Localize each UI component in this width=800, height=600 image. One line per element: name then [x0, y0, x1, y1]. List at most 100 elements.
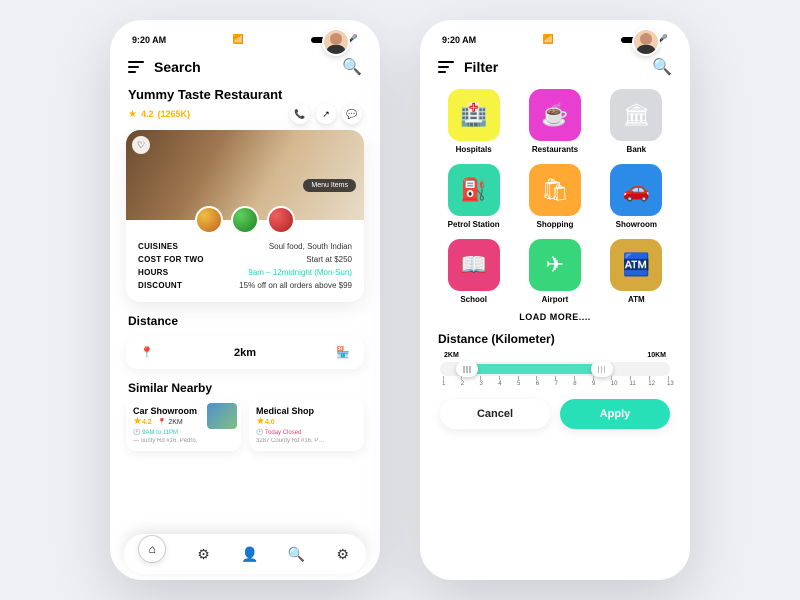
- search-icon[interactable]: 🔍: [342, 57, 362, 77]
- similar-km: 📍 2KM: [158, 419, 183, 426]
- tick: 8: [573, 381, 574, 387]
- cost-value: Start at $250: [306, 255, 352, 264]
- star-icon: ★: [133, 416, 142, 427]
- category-label: ATM: [603, 295, 670, 304]
- category-showroom[interactable]: 🚗Showroom: [603, 164, 670, 229]
- rating-row: ★ 4.2 (1265K) 📞 ↗ 💬: [124, 104, 366, 130]
- similar-title: Similar Nearby: [124, 377, 366, 399]
- avatar[interactable]: [322, 28, 350, 56]
- category-bank[interactable]: 🏛Bank: [603, 89, 670, 154]
- dish-thumb[interactable]: [195, 206, 223, 234]
- nav-deals[interactable]: ⚙: [195, 545, 213, 563]
- hours-value: 9am – 12midnight (Mon-Sun): [248, 268, 352, 277]
- filter-screen: 9:20 AM 📶 🎤 Filter 🔍 🏥Hospitals☕Restaura…: [420, 20, 690, 580]
- dest-pin-icon: 🏪: [336, 346, 350, 359]
- tick: 6: [536, 381, 537, 387]
- wifi-icon: 📶: [543, 34, 554, 45]
- discount-label: DISCOUNT: [138, 281, 182, 290]
- similar-card[interactable]: Car Showroom ★4.2📍 2KM 🕐 9AM to 11PM — o…: [126, 399, 241, 451]
- tick: 10: [611, 381, 612, 387]
- category-icon: ☕: [529, 89, 581, 141]
- category-restaurants[interactable]: ☕Restaurants: [521, 89, 588, 154]
- load-more-button[interactable]: LOAD MORE....: [434, 306, 676, 328]
- similar-name: Medical Shop: [256, 406, 357, 416]
- category-label: Airport: [521, 295, 588, 304]
- menu-items-tag[interactable]: Menu Items: [303, 179, 356, 192]
- similar-addr: — ounty Rd #16, Pedro,: [133, 438, 234, 444]
- similar-card[interactable]: Medical Shop ★4.0 🕐 Today Closed 3287 Co…: [249, 399, 364, 451]
- similar-addr: 3287 County Rd #16, P…: [256, 438, 357, 444]
- category-petrol-station[interactable]: ⛽ Petrol Station: [440, 164, 507, 229]
- category-hospitals[interactable]: 🏥 Hospitals: [440, 89, 507, 154]
- dish-thumb[interactable]: [267, 206, 295, 234]
- category-school[interactable]: 📖 School: [440, 239, 507, 304]
- dish-previews[interactable]: [195, 206, 295, 234]
- favorite-button[interactable]: ♡: [132, 136, 150, 154]
- tick: 2: [461, 381, 462, 387]
- similar-thumb: [207, 403, 237, 429]
- nav-home[interactable]: ⌂: [138, 535, 166, 563]
- cancel-button[interactable]: Cancel: [440, 399, 550, 429]
- call-button[interactable]: 📞: [290, 104, 310, 124]
- apply-button[interactable]: Apply: [560, 399, 670, 429]
- slider-thumb-max[interactable]: [591, 361, 613, 377]
- button-row: Cancel Apply: [434, 389, 676, 429]
- slider-fill: [463, 364, 606, 374]
- distance-slider[interactable]: 2KM 10KM 12345678910111213: [434, 350, 676, 389]
- dish-thumb[interactable]: [231, 206, 259, 234]
- category-airport[interactable]: ✈ Airport: [521, 239, 588, 304]
- slider-track[interactable]: [440, 362, 670, 376]
- category-icon: 🏥: [448, 89, 500, 141]
- distance-title: Distance: [124, 310, 366, 332]
- bottom-nav: ⌂ ⚙ 👤 🔍 ⚙: [124, 534, 366, 574]
- category-label: Petrol Station: [440, 220, 507, 229]
- tick: 12: [648, 381, 649, 387]
- category-shopping[interactable]: 🛍Shopping: [521, 164, 588, 229]
- wifi-icon: 📶: [233, 34, 244, 45]
- discount-value: 15% off on all orders above $99: [239, 281, 352, 290]
- tick: 7: [555, 381, 556, 387]
- search-screen: 9:20 AM 📶 🎤 Search 🔍 Yummy Taste Restaur…: [110, 20, 380, 580]
- similar-hours: 🕐 9AM to 11PM: [133, 429, 234, 436]
- place-card[interactable]: ♡ Menu Items CUISINES Soul food, South In…: [126, 130, 364, 302]
- category-label: Bank: [603, 145, 670, 154]
- menu-icon[interactable]: [438, 61, 454, 73]
- category-label: Showroom: [603, 220, 670, 229]
- avatar[interactable]: [632, 28, 660, 56]
- menu-icon[interactable]: [128, 61, 144, 73]
- status-time: 9:20 AM: [442, 35, 476, 45]
- tick: 9: [592, 381, 593, 387]
- nav-search[interactable]: 🔍: [287, 545, 305, 563]
- distance-card[interactable]: 📍 2km 🏪: [126, 336, 364, 369]
- similar-rating: 4.2: [142, 419, 152, 426]
- slider-min-label: 2KM: [444, 352, 459, 359]
- status-time: 9:20 AM: [132, 35, 166, 45]
- place-name: Yummy Taste Restaurant: [124, 85, 366, 104]
- search-icon[interactable]: 🔍: [652, 57, 672, 77]
- category-label: Hospitals: [440, 145, 507, 154]
- tick: 13: [667, 381, 668, 387]
- nav-settings[interactable]: ⚙: [334, 545, 352, 563]
- directions-button[interactable]: ↗: [316, 104, 336, 124]
- rating-value: 4.2: [141, 109, 154, 119]
- category-icon: ✈: [529, 239, 581, 291]
- category-atm[interactable]: 🏧ATM: [603, 239, 670, 304]
- similar-list[interactable]: Car Showroom ★4.2📍 2KM 🕐 9AM to 11PM — o…: [124, 399, 366, 451]
- slider-thumb-min[interactable]: [456, 361, 478, 377]
- nav-profile[interactable]: 👤: [241, 545, 259, 563]
- cuisines-value: Soul food, South Indian: [269, 242, 352, 251]
- tick: 11: [630, 381, 631, 387]
- star-icon: ★: [256, 416, 265, 427]
- chat-button[interactable]: 💬: [342, 104, 362, 124]
- similar-hours: 🕐 Today Closed: [256, 429, 357, 436]
- category-label: School: [440, 295, 507, 304]
- cost-label: COST FOR TWO: [138, 255, 204, 264]
- category-icon: 📖: [448, 239, 500, 291]
- header-title: Search: [154, 59, 332, 75]
- header-title: Filter: [464, 59, 642, 75]
- cuisines-label: CUISINES: [138, 242, 178, 251]
- review-count: (1265K): [157, 109, 190, 119]
- tick: 4: [498, 381, 499, 387]
- category-icon: ⛽: [448, 164, 500, 216]
- category-icon: 🛍: [529, 164, 581, 216]
